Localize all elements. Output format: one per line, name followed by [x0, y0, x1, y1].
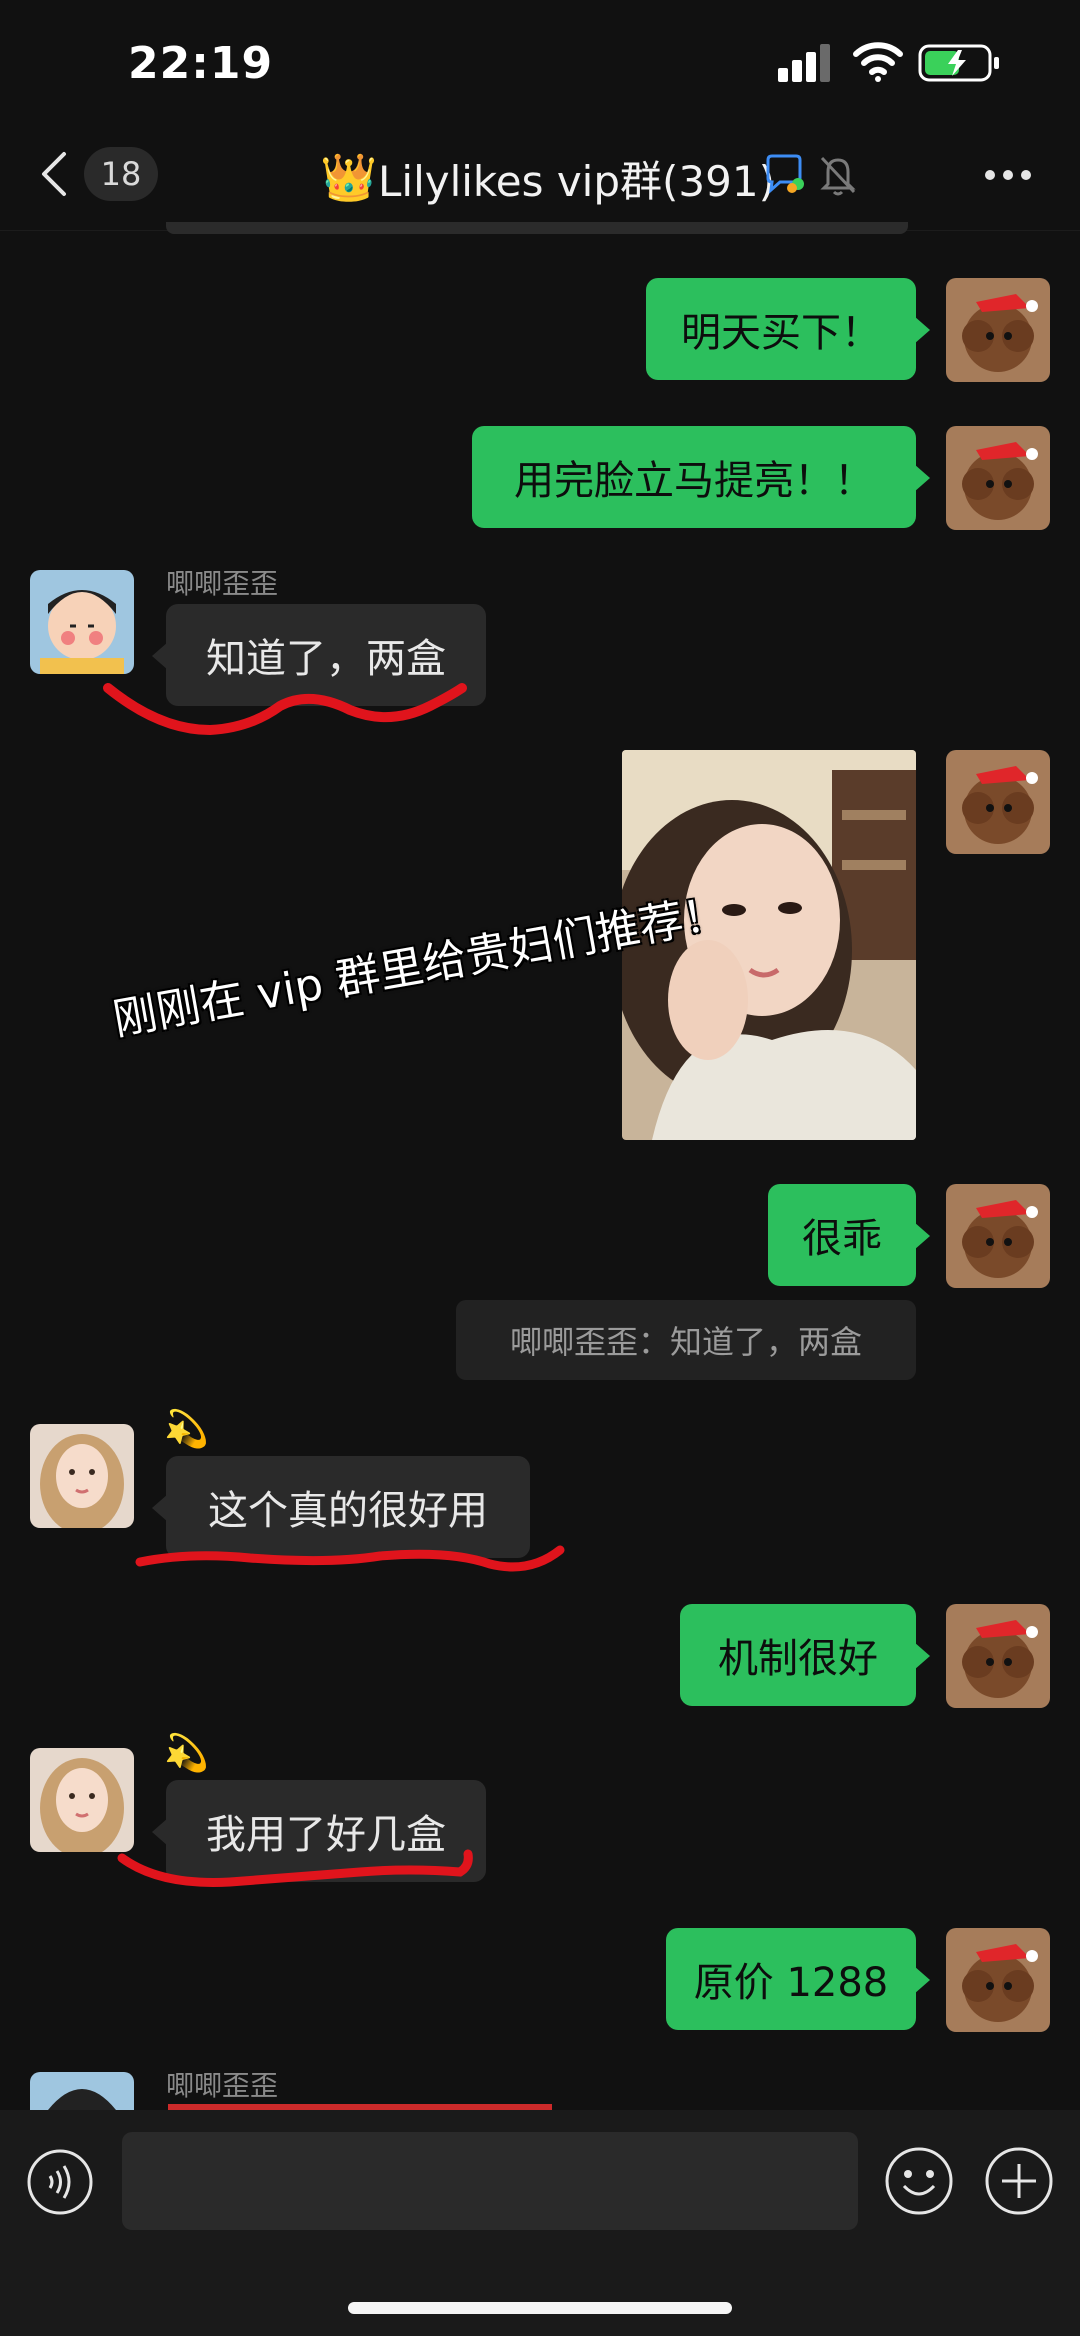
- chat-bubble-icon: [766, 154, 804, 194]
- chat-title[interactable]: Lilylikes vip群(391): [378, 148, 775, 209]
- message-bubble-outgoing[interactable]: 用完脸立马提亮！！: [472, 426, 930, 528]
- sender-name: 💫: [164, 1409, 209, 1450]
- sender-name: 唧唧歪歪: [166, 2069, 279, 2102]
- voice-icon[interactable]: [26, 2148, 94, 2216]
- self-avatar[interactable]: [946, 750, 1050, 854]
- member-avatar-girl[interactable]: [30, 1748, 134, 1852]
- crown-emoji: 👑: [320, 150, 378, 204]
- red-underline-annotation: [135, 1545, 565, 1572]
- message-bubble-outgoing[interactable]: 很乖: [768, 1184, 930, 1286]
- wifi-icon: [853, 42, 903, 82]
- self-avatar[interactable]: [946, 1184, 1050, 1288]
- member-avatar-cartoon[interactable]: [30, 2072, 134, 2110]
- self-avatar[interactable]: [946, 1604, 1050, 1708]
- red-underline-annotation: [117, 1849, 473, 1887]
- message-bubble-outgoing[interactable]: 明天买下！: [646, 278, 930, 380]
- home-indicator[interactable]: [348, 2302, 732, 2314]
- bell-off-icon: [820, 156, 856, 196]
- message-input[interactable]: [122, 2132, 858, 2230]
- message-bubble-outgoing[interactable]: 机制很好: [680, 1604, 930, 1706]
- more-dots-icon[interactable]: [984, 168, 1032, 182]
- plus-icon[interactable]: [984, 2146, 1054, 2216]
- previous-message-edge: [166, 222, 908, 234]
- member-avatar-girl[interactable]: [30, 1424, 134, 1528]
- battery-icon: [918, 44, 999, 82]
- sender-name: 唧唧歪歪: [166, 567, 279, 600]
- chevron-left-icon[interactable]: [36, 150, 72, 198]
- unread-count-badge[interactable]: 18: [84, 147, 158, 201]
- status-time: 22:19: [128, 38, 274, 89]
- message-bubble-outgoing[interactable]: 原价 1288: [666, 1928, 930, 2030]
- self-avatar[interactable]: [946, 426, 1050, 530]
- self-avatar[interactable]: [946, 278, 1050, 382]
- sender-name: 💫: [164, 1733, 209, 1774]
- member-avatar-cartoon[interactable]: [30, 570, 134, 674]
- signal-icon: [778, 44, 830, 82]
- red-underline-annotation: [103, 683, 467, 736]
- quoted-reply[interactable]: 唧唧歪歪：知道了，两盒: [456, 1300, 916, 1380]
- self-avatar[interactable]: [946, 1928, 1050, 2032]
- emoji-icon[interactable]: [884, 2146, 954, 2216]
